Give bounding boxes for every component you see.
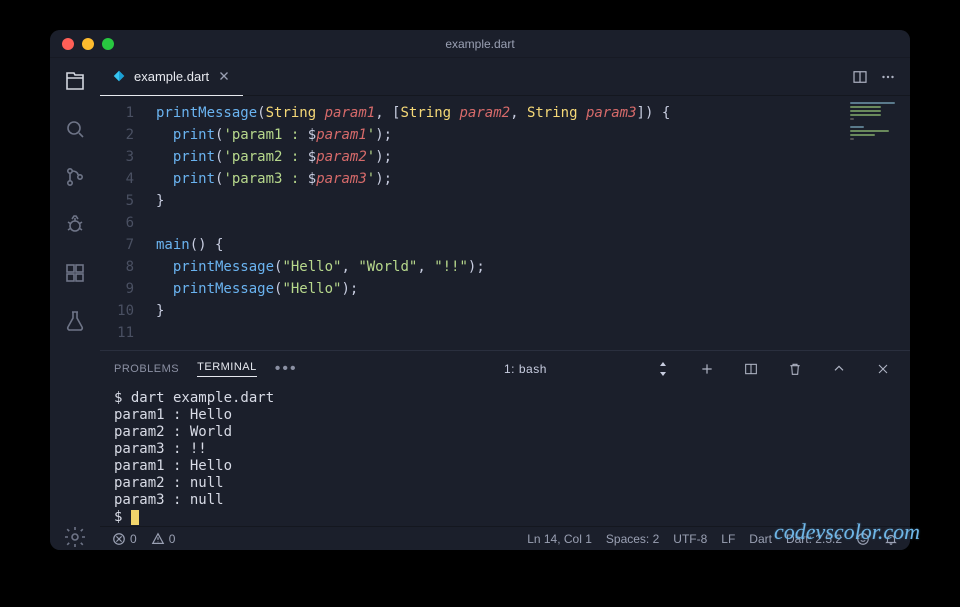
test-icon[interactable] <box>62 308 88 334</box>
tab-terminal[interactable]: TERMINAL <box>197 361 257 377</box>
maximize-window-button[interactable] <box>102 38 114 50</box>
activity-bar <box>50 58 100 550</box>
settings-gear-icon[interactable] <box>62 524 88 550</box>
status-warnings[interactable]: 0 <box>151 532 176 546</box>
status-lang[interactable]: Dart <box>749 532 772 546</box>
code-content[interactable]: printMessage(String param1, [String para… <box>148 96 846 350</box>
status-errors[interactable]: 0 <box>112 532 137 546</box>
error-icon <box>112 532 126 546</box>
new-terminal-icon[interactable] <box>694 356 720 382</box>
titlebar: example.dart <box>50 30 910 58</box>
explorer-icon[interactable] <box>62 68 88 94</box>
split-terminal-icon[interactable] <box>738 356 764 382</box>
kill-terminal-icon[interactable] <box>782 356 808 382</box>
dropdown-icon <box>658 362 668 376</box>
minimap[interactable] <box>846 96 910 350</box>
status-encoding[interactable]: UTF-8 <box>673 532 707 546</box>
search-icon[interactable] <box>62 116 88 142</box>
close-window-button[interactable] <box>62 38 74 50</box>
panel-tabs: PROBLEMS TERMINAL ••• 1: bash <box>100 350 910 386</box>
panel-overflow-icon[interactable]: ••• <box>275 360 298 378</box>
tab-problems[interactable]: PROBLEMS <box>114 363 179 375</box>
status-lncol[interactable]: Ln 14, Col 1 <box>527 532 592 546</box>
extensions-icon[interactable] <box>62 260 88 286</box>
more-actions-icon[interactable] <box>874 63 902 91</box>
editor-tabs: example.dart <box>100 58 910 96</box>
tab-filename: example.dart <box>134 69 209 84</box>
close-icon[interactable] <box>217 69 231 83</box>
minimize-window-button[interactable] <box>82 38 94 50</box>
window-title: example.dart <box>50 37 910 51</box>
line-gutter: 1234567891011 <box>100 96 148 350</box>
terminal-selector[interactable]: 1: bash <box>496 360 676 378</box>
debug-icon[interactable] <box>62 212 88 238</box>
maximize-panel-icon[interactable] <box>826 356 852 382</box>
dart-file-icon <box>112 69 126 83</box>
status-eol[interactable]: LF <box>721 532 735 546</box>
close-panel-icon[interactable] <box>870 356 896 382</box>
editor[interactable]: 1234567891011 printMessage(String param1… <box>100 96 910 350</box>
vscode-window: example.dart <box>50 30 910 550</box>
warning-icon <box>151 532 165 546</box>
terminal[interactable]: $ dart example.dartparam1 : Helloparam2 … <box>100 386 910 526</box>
status-spaces[interactable]: Spaces: 2 <box>606 532 659 546</box>
tab-example-dart[interactable]: example.dart <box>100 58 243 96</box>
watermark: codevscolor.com <box>774 519 920 545</box>
window-controls <box>62 38 114 50</box>
split-editor-icon[interactable] <box>846 63 874 91</box>
source-control-icon[interactable] <box>62 164 88 190</box>
